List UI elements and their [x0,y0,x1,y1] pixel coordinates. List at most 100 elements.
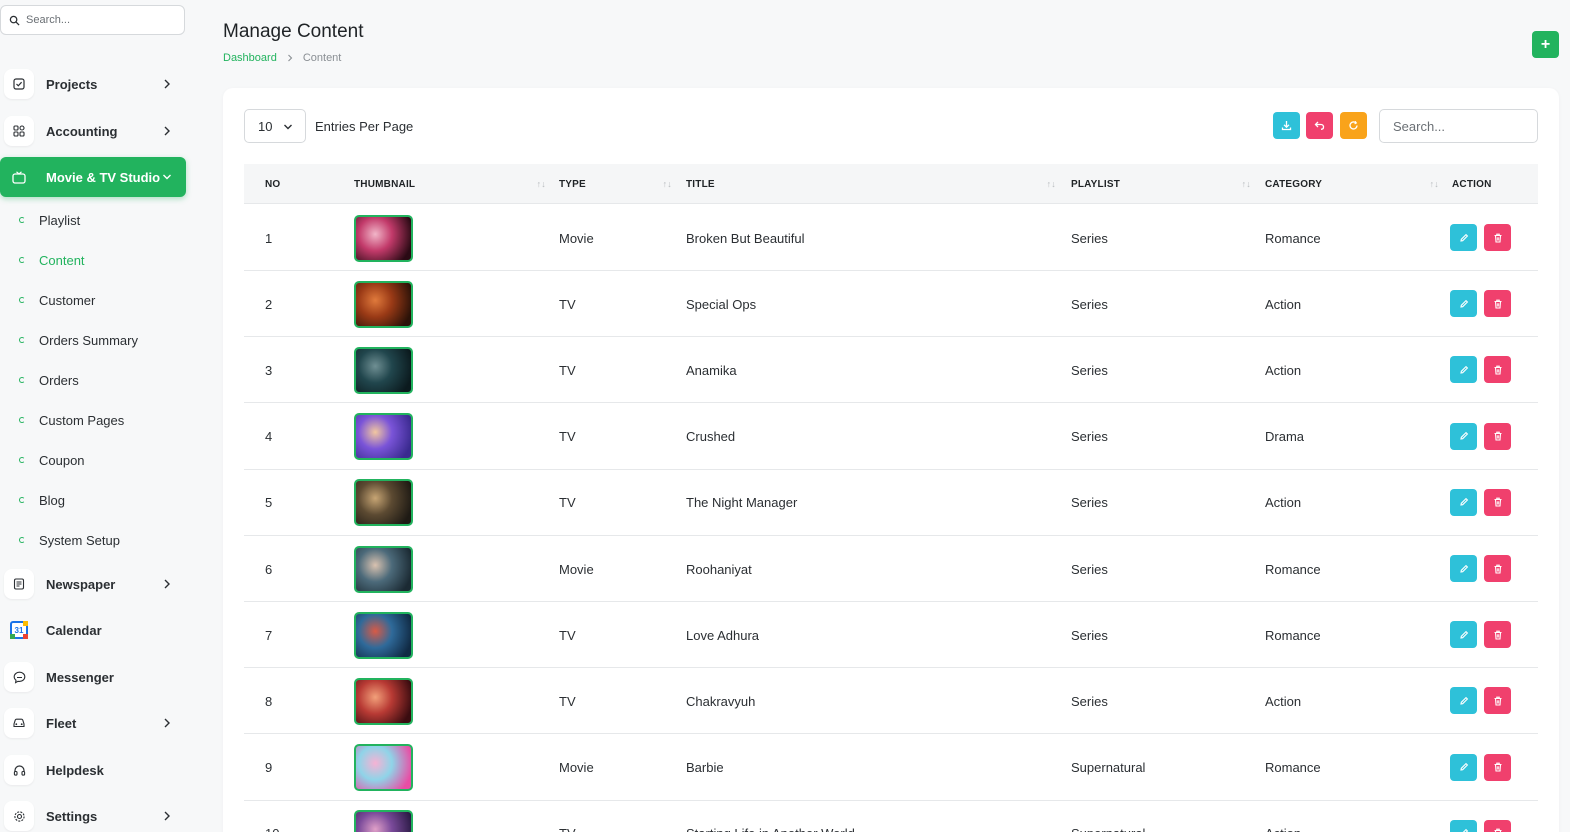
bullet-icon [19,497,25,503]
chevron-right-icon [164,579,170,589]
cell-category: Romance [1265,627,1321,643]
cell-playlist: Supernatural [1071,760,1146,776]
edit-button[interactable] [1450,819,1477,832]
cell-title: Chakravyuh [686,693,756,709]
cell-playlist: Series [1071,429,1108,445]
sidebar-search[interactable] [0,5,185,35]
cell-title: Special Ops [686,296,757,312]
sidebar-item-newspaper[interactable]: Newspaper [0,564,186,604]
edit-button[interactable] [1450,356,1477,384]
delete-button[interactable] [1484,819,1511,832]
download-button[interactable] [1273,112,1300,139]
thumbnail-image[interactable] [354,744,413,792]
sidebar-search-input[interactable] [26,14,166,26]
thumbnail-image[interactable] [354,611,413,659]
sidebar-subitem-system-setup[interactable]: System Setup [0,528,186,552]
delete-button[interactable] [1484,356,1511,384]
breadcrumb: Dashboard Content [223,52,341,64]
delete-button[interactable] [1484,621,1511,649]
sort-icon: ↑↓ [1429,179,1439,189]
subitem-label: Customer [39,292,96,308]
column-header-no[interactable]: NO [265,164,280,204]
chevron-down-icon [163,174,171,180]
thumbnail-image[interactable] [354,413,413,461]
thumbnail-image[interactable] [354,677,413,725]
sort-icon: ↑↓ [1241,179,1251,189]
entries-per-page-select[interactable]: 10 [244,109,306,143]
sidebar-subitem-orders[interactable]: Orders [0,368,186,392]
chevron-right-icon [287,54,293,62]
delete-button[interactable] [1484,224,1511,251]
table-search-input[interactable] [1379,109,1538,143]
delete-button[interactable] [1484,290,1511,318]
edit-button[interactable] [1450,753,1477,781]
chat-icon [4,662,34,692]
edit-button[interactable] [1450,422,1477,450]
sidebar-item-projects[interactable]: Projects [0,64,186,104]
subitem-label: Custom Pages [39,412,125,428]
sidebar-subitem-coupon[interactable]: Coupon [0,448,186,472]
cell-type: Movie [559,760,594,776]
pencil-icon [1459,762,1468,771]
search-icon [9,15,20,26]
sidebar-item-label: Helpdesk [46,762,104,778]
sidebar-subitem-content[interactable]: Content [0,248,186,272]
thumbnail-image[interactable] [354,280,413,328]
delete-button[interactable] [1484,488,1511,516]
edit-button[interactable] [1450,621,1477,649]
cell-type: TV [559,801,576,832]
delete-button[interactable] [1484,555,1511,582]
pencil-icon [1462,829,1468,832]
thumbnail-image[interactable] [354,545,413,593]
column-header-category[interactable]: CATEGORY ↑↓ [1265,164,1439,204]
cell-no: 8 [265,693,273,709]
cell-title: The Night Manager [686,495,798,511]
column-header-thumbnail[interactable]: THUMBNAIL ↑↓ [354,164,546,204]
delete-button[interactable] [1484,422,1511,450]
column-header-type[interactable]: TYPE ↑↓ [559,164,672,204]
refresh-button[interactable] [1340,112,1367,139]
edit-button[interactable] [1450,687,1477,715]
undo-button[interactable] [1306,112,1333,139]
cell-thumbnail [354,668,413,734]
thumbnail-image[interactable] [354,214,413,262]
sidebar-item-settings[interactable]: Settings [0,796,186,832]
bullet-icon [19,417,25,423]
entries-per-page-label: Entries Per Page [315,119,414,134]
column-label: PLAYLIST [1071,178,1121,190]
column-header-playlist[interactable]: PLAYLIST ↑↓ [1071,164,1251,204]
sidebar-subitem-blog[interactable]: Blog [0,488,186,512]
sidebar-item-helpdesk[interactable]: Helpdesk [0,750,186,790]
sidebar-subitem-orders-summary[interactable]: Orders Summary [0,328,186,352]
sidebar-item-calendar[interactable]: 31 Calendar [0,610,186,650]
sidebar-item-accounting[interactable]: Accounting [0,111,186,151]
pencil-icon [1459,564,1468,573]
sidebar-item-label: Calendar [46,622,102,638]
delete-button[interactable] [1484,753,1511,781]
sidebar-subitem-customer[interactable]: Customer [0,288,186,312]
cell-no: 6 [265,561,273,577]
cell-playlist: Series [1071,362,1108,378]
breadcrumb-dashboard-link[interactable]: Dashboard [223,52,277,64]
edit-button[interactable] [1450,488,1477,516]
add-content-button[interactable]: + [1532,31,1559,58]
delete-button[interactable] [1484,687,1511,715]
edit-button[interactable] [1450,555,1477,582]
edit-button[interactable] [1450,224,1477,251]
sidebar-item-movie-tv-studio[interactable]: Movie & TV Studio [0,157,186,197]
sidebar-item-messenger[interactable]: Messenger [0,657,186,697]
thumbnail-image[interactable] [354,346,413,394]
edit-button[interactable] [1450,290,1477,318]
checkbox-icon [4,69,34,99]
table-row: 1 Movie Broken But Beautiful Series Romance [244,205,1538,271]
column-label: TYPE [559,178,586,190]
sidebar-item-label: Fleet [46,715,77,731]
thumbnail-image[interactable] [354,810,413,832]
column-header-title[interactable]: TITLE ↑↓ [686,164,1056,204]
sidebar-subitem-playlist[interactable]: Playlist [0,208,186,232]
sidebar-item-label: Newspaper [46,576,116,592]
cell-playlist: Series [1071,296,1108,312]
sidebar-subitem-custom-pages[interactable]: Custom Pages [0,408,186,432]
sidebar-item-fleet[interactable]: Fleet [0,703,186,743]
thumbnail-image[interactable] [354,479,413,527]
